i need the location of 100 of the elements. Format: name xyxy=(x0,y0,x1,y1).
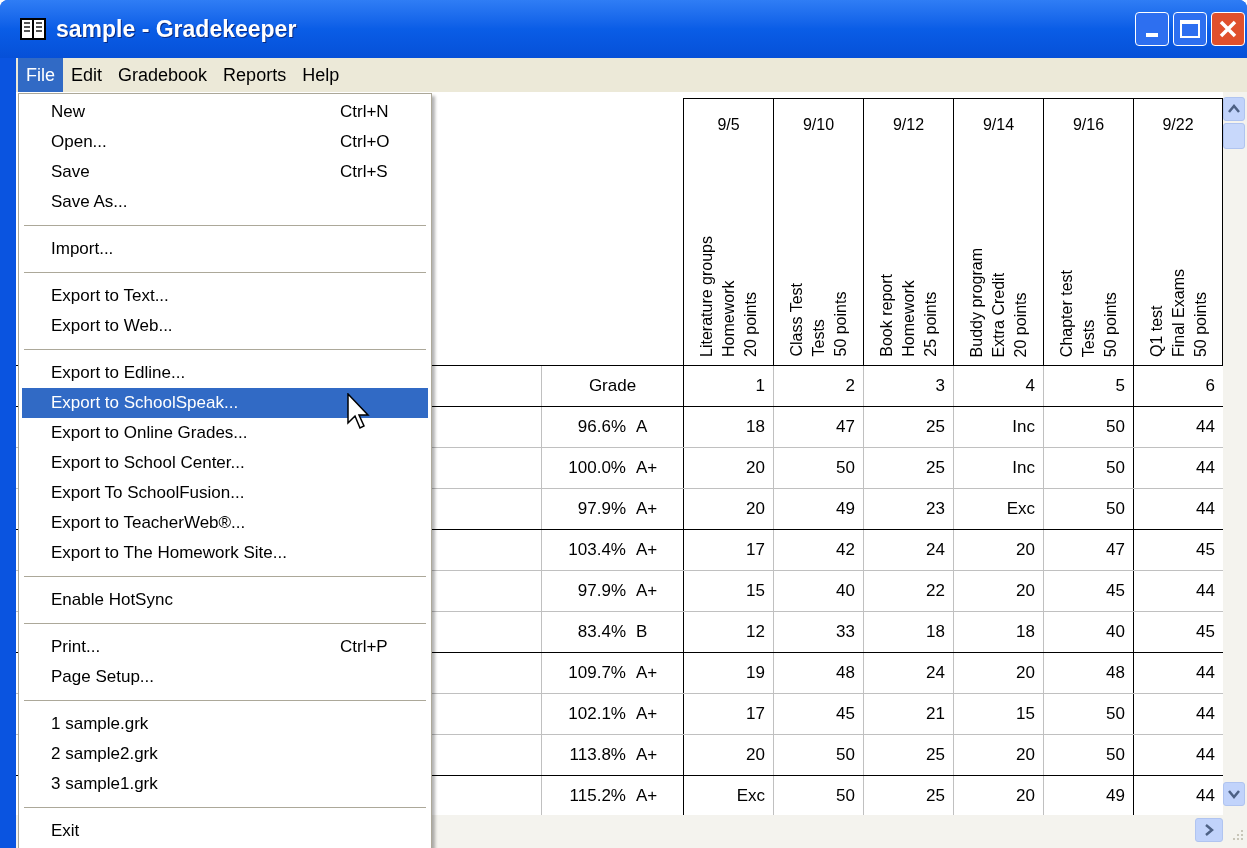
score-cell-text: 19 xyxy=(746,662,765,685)
column-number: 4 xyxy=(1025,375,1035,398)
score-cell-text: 50 xyxy=(1106,498,1125,521)
menu-item[interactable]: Help xyxy=(294,58,348,92)
grade-letter: A+ xyxy=(636,744,658,767)
menu-item[interactable]: Export to SchoolSpeak... xyxy=(22,388,428,418)
menu-item[interactable]: Open... Ctrl+O xyxy=(22,127,428,157)
close-button[interactable] xyxy=(1211,12,1245,46)
grade-percent: 109.7% xyxy=(567,662,626,685)
score-cell-text: 21 xyxy=(926,703,945,726)
minimize-button[interactable] xyxy=(1135,12,1169,46)
score-cell-text: 49 xyxy=(1106,785,1125,808)
menu-item[interactable]: Exit xyxy=(22,816,428,846)
menu-item[interactable]: Gradebook xyxy=(110,58,216,92)
scroll-thumb[interactable] xyxy=(1223,123,1245,149)
menu-item[interactable]: Save As... xyxy=(22,187,428,217)
score-cell-text: 50 xyxy=(1106,703,1125,726)
grade-percent: 83.4% xyxy=(576,621,626,644)
maximize-button[interactable] xyxy=(1173,12,1207,46)
grade-percent: 113.8% xyxy=(568,744,626,767)
score-cell-text: 50 xyxy=(836,785,855,808)
score-cell-text: 40 xyxy=(1106,621,1125,644)
grade-percent: 97.9% xyxy=(576,498,626,521)
grade-letter: A+ xyxy=(636,457,658,480)
grade-letter: A+ xyxy=(636,662,658,685)
column-number: 6 xyxy=(1205,375,1215,398)
menu-item[interactable]: Edit xyxy=(63,58,111,92)
menu-item[interactable]: New Ctrl+N xyxy=(22,97,428,127)
column-number: 5 xyxy=(1115,375,1125,398)
menu-item[interactable]: 2 sample2.grk xyxy=(22,739,428,769)
column-category: Extra Credit xyxy=(989,271,1008,357)
column-category: Homework xyxy=(899,279,918,357)
score-cell-text: 25 xyxy=(926,416,945,439)
score-cell-text: 45 xyxy=(1196,621,1215,644)
menu-item[interactable]: File xyxy=(18,58,63,92)
score-cell-text: 44 xyxy=(1196,416,1215,439)
vertical-scrollbar[interactable] xyxy=(1223,92,1247,848)
column-title: Book report xyxy=(877,274,896,357)
score-cell-text: 48 xyxy=(836,662,855,685)
score-cell-text: 44 xyxy=(1196,662,1215,685)
menu-item[interactable]: 3 sample1.grk xyxy=(22,769,428,799)
score-cell-text: 44 xyxy=(1196,498,1215,521)
menu-item[interactable]: Export to School Center... xyxy=(22,448,428,478)
score-cell-text: Inc xyxy=(1012,416,1035,439)
score-cell-text: 20 xyxy=(1016,580,1035,603)
column-points: 20 points xyxy=(741,291,760,357)
score-cell-text: 18 xyxy=(1016,621,1035,644)
menu-item[interactable]: Save Ctrl+S xyxy=(22,157,428,187)
menu-item[interactable]: Reports xyxy=(215,58,295,92)
mouse-cursor-icon xyxy=(347,393,371,431)
score-cell-text: 33 xyxy=(836,621,855,644)
menu-item[interactable]: Export to Online Grades... xyxy=(22,418,428,448)
scroll-down-button[interactable] xyxy=(1223,782,1245,806)
chevron-down-icon xyxy=(1228,789,1240,799)
column-date: 9/10 xyxy=(802,115,835,135)
score-cell-text: 15 xyxy=(1016,703,1035,726)
column-points: 25 points xyxy=(921,291,940,357)
gradebook-icon xyxy=(20,18,46,40)
grade-letter: B xyxy=(636,621,648,644)
score-cell-text: 25 xyxy=(926,785,945,808)
menu-item[interactable]: Export to Web... xyxy=(22,311,428,341)
score-cell-text: 50 xyxy=(836,744,855,767)
column-category: Tests xyxy=(809,318,828,357)
scroll-up-button[interactable] xyxy=(1223,97,1245,121)
menu-item[interactable]: Page Setup... xyxy=(22,662,428,692)
grade-percent: 103.4% xyxy=(567,539,626,562)
column-title: Literature groups xyxy=(697,236,716,357)
score-cell-text: 44 xyxy=(1196,744,1215,767)
score-cell-text: 49 xyxy=(836,498,855,521)
column-title: Class Test xyxy=(787,283,806,357)
column-title: Q1 test xyxy=(1147,304,1166,357)
column-header: Grade xyxy=(588,375,637,398)
window-title: sample - Gradekeeper xyxy=(56,14,297,44)
score-cell-text: 20 xyxy=(746,744,765,767)
menu-item[interactable]: Export To SchoolFusion... xyxy=(22,478,428,508)
score-cell-text: 17 xyxy=(746,539,765,562)
column-date: 9/12 xyxy=(892,115,925,135)
grade-letter: A+ xyxy=(636,539,658,562)
score-cell-text: 47 xyxy=(1106,539,1125,562)
score-cell-text: 20 xyxy=(1016,662,1035,685)
menu-item[interactable]: Export to Edline... xyxy=(22,358,428,388)
menu-item[interactable]: Import... xyxy=(22,234,428,264)
close-icon xyxy=(1218,19,1238,39)
grade-percent: 97.9% xyxy=(576,580,626,603)
grade-letter: A+ xyxy=(636,580,658,603)
menu-item[interactable]: Print... Ctrl+P xyxy=(22,632,428,662)
grade-letter: A xyxy=(636,416,648,439)
menu-item[interactable]: Export to TeacherWeb®... xyxy=(22,508,428,538)
score-cell-text: 40 xyxy=(836,580,855,603)
resize-grip-icon[interactable] xyxy=(1231,828,1245,842)
grade-letter: A+ xyxy=(636,498,658,521)
score-cell-text: 47 xyxy=(836,416,855,439)
column-date: 9/5 xyxy=(717,115,740,135)
score-cell-text: 44 xyxy=(1196,785,1215,808)
menu-item[interactable]: 1 sample.grk xyxy=(22,709,428,739)
score-cell-text: 50 xyxy=(1106,744,1125,767)
menu-item[interactable]: Enable HotSync xyxy=(22,585,428,615)
menu-item[interactable]: Export to Text... xyxy=(22,281,428,311)
scroll-right-button[interactable] xyxy=(1195,818,1223,842)
menu-item[interactable]: Export to The Homework Site... xyxy=(22,538,428,568)
